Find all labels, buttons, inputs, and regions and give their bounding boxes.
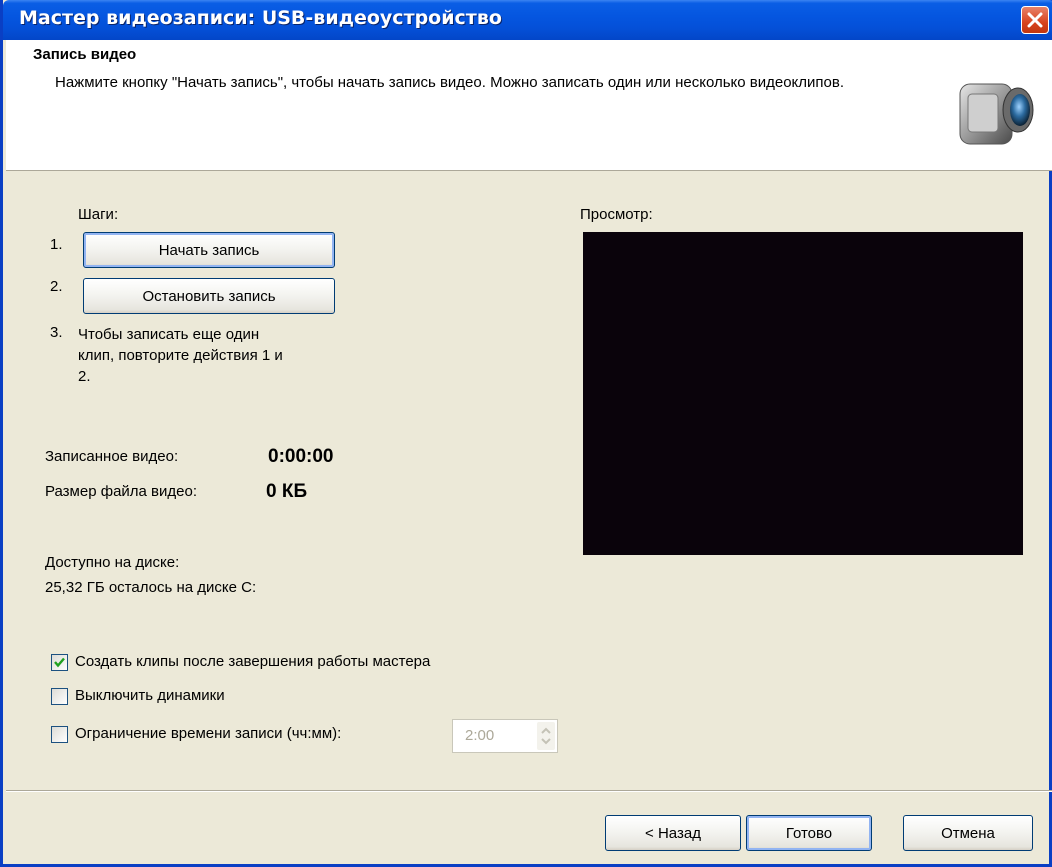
step-3-number: 3.	[50, 324, 63, 341]
cancel-button[interactable]: Отмена	[903, 815, 1033, 851]
time-limit-value: 2:00	[465, 727, 495, 744]
start-recording-button[interactable]: Начать запись	[83, 232, 335, 268]
title-bar[interactable]: Мастер видеозаписи: USB-видеоустройство	[3, 0, 1052, 40]
back-button[interactable]: < Назад	[605, 815, 741, 851]
recorded-video-value: 0:00:00	[268, 446, 334, 467]
step-2-number: 2.	[50, 278, 63, 295]
create-clips-checkbox[interactable]	[51, 654, 68, 671]
video-camera-icon	[956, 74, 1036, 158]
disk-available-label: Доступно на диске:	[45, 554, 180, 571]
video-preview	[583, 232, 1023, 555]
disk-available-value: 25,32 ГБ осталось на диске C:	[45, 579, 257, 596]
create-clips-label[interactable]: Создать клипы после завершения работы ма…	[75, 653, 430, 670]
stepper-arrows-icon[interactable]	[537, 722, 555, 750]
stop-recording-label: Остановить запись	[142, 287, 276, 305]
time-limit-label[interactable]: Ограничение времени записи (чч:мм):	[75, 725, 341, 742]
mute-speakers-label[interactable]: Выключить динамики	[75, 687, 225, 704]
recorded-video-label: Записанное видео:	[45, 448, 179, 465]
file-size-value: 0 КБ	[266, 481, 308, 502]
finish-label: Готово	[785, 824, 833, 842]
stop-recording-button[interactable]: Остановить запись	[83, 278, 335, 314]
steps-heading: Шаги:	[78, 206, 119, 223]
finish-button[interactable]: Готово	[746, 815, 872, 851]
step-1-number: 1.	[50, 236, 63, 253]
wizard-header	[6, 40, 1052, 171]
cancel-label: Отмена	[941, 824, 995, 842]
preview-label: Просмотр:	[580, 206, 653, 223]
back-label: < Назад	[645, 824, 701, 842]
page-description: Нажмите кнопку "Начать запись", чтобы на…	[55, 74, 845, 91]
step-3-text: Чтобы записать еще один клип, повторите …	[78, 326, 283, 385]
footer-divider	[6, 790, 1052, 792]
time-limit-stepper[interactable]: 2:00	[452, 719, 558, 753]
window-title: Мастер видеозаписи: USB-видеоустройство	[19, 7, 502, 29]
close-button[interactable]	[1021, 6, 1049, 34]
file-size-label: Размер файла видео:	[45, 483, 197, 500]
page-title: Запись видео	[33, 46, 137, 63]
wizard-window: Мастер видеозаписи: USB-видеоустройство …	[0, 0, 1052, 867]
start-recording-label: Начать запись	[158, 241, 260, 259]
mute-speakers-checkbox[interactable]	[51, 688, 68, 705]
time-limit-checkbox[interactable]	[51, 726, 68, 743]
